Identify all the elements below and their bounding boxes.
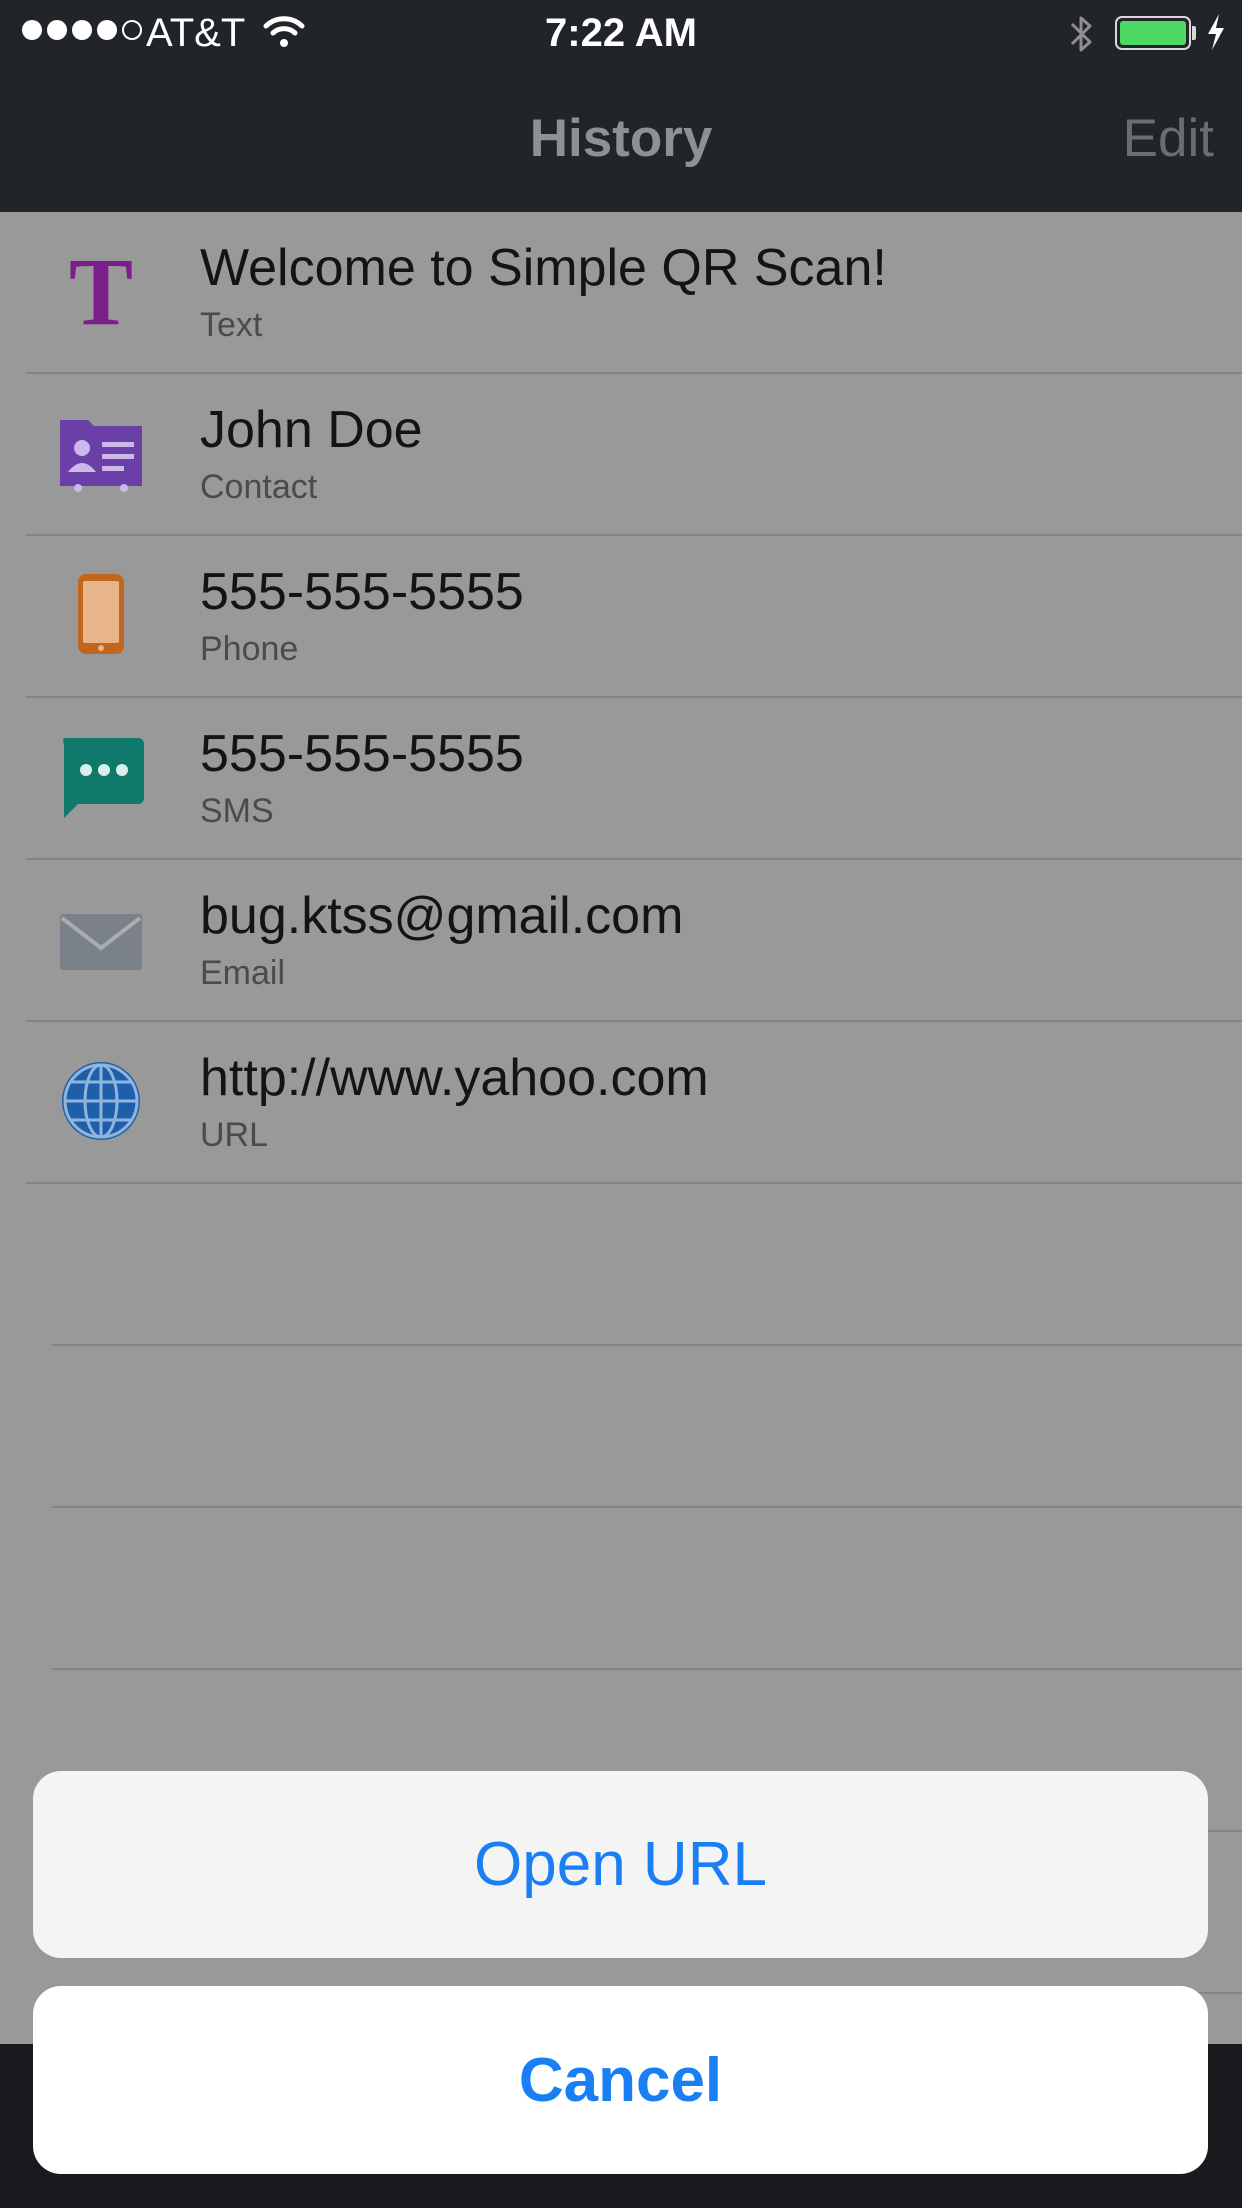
history-title: John Doe (200, 401, 423, 459)
open-url-button[interactable]: Open URL (33, 1771, 1208, 1958)
status-time: 7:22 AM (545, 11, 697, 55)
text-icon: T (56, 238, 146, 345)
envelope-icon (56, 894, 146, 984)
history-row-sms[interactable]: 555-555-5555 SMS (26, 698, 1242, 860)
history-title: Welcome to Simple QR Scan! (200, 239, 887, 297)
history-row-email[interactable]: bug.ktss@gmail.com Email (26, 860, 1242, 1022)
history-type: URL (200, 1116, 269, 1154)
history-type: Email (200, 954, 286, 992)
history-row-text[interactable]: T Welcome to Simple QR Scan! Text (26, 212, 1242, 374)
history-title: 555-555-5555 (200, 725, 524, 783)
cancel-button[interactable]: Cancel (33, 1986, 1208, 2174)
bluetooth-icon (1064, 12, 1098, 66)
status-bar: AT&T 7:22 AM (0, 0, 1242, 66)
history-type: Phone (200, 630, 299, 668)
battery-tip (1192, 26, 1196, 40)
sms-bubble-icon (56, 732, 146, 822)
history-type: SMS (200, 792, 274, 830)
history-title: 555-555-5555 (200, 563, 524, 621)
history-row-url[interactable]: http://www.yahoo.com URL (26, 1022, 1242, 1184)
contact-card-icon (56, 408, 146, 498)
history-title: http://www.yahoo.com (200, 1049, 709, 1107)
edit-button[interactable]: Edit (1123, 108, 1214, 169)
history-row-phone[interactable]: 555-555-5555 Phone (26, 536, 1242, 698)
history-list: T Welcome to Simple QR Scan! Text John D… (0, 212, 1242, 1994)
history-title: bug.ktss@gmail.com (200, 887, 684, 945)
history-row-contact[interactable]: John Doe Contact (26, 374, 1242, 536)
svg-text:T: T (69, 246, 133, 336)
history-type: Text (200, 306, 263, 344)
empty-row (52, 1184, 1242, 1346)
page-title: History (529, 109, 713, 168)
navigation-bar: History Edit (0, 66, 1242, 212)
cancel-label: Cancel (518, 2045, 723, 2115)
empty-row (52, 1346, 1242, 1508)
history-type: Contact (200, 468, 318, 506)
open-url-label: Open URL (474, 1830, 767, 1899)
charging-bolt-icon (1204, 12, 1228, 62)
globe-icon (56, 1056, 146, 1146)
empty-row (52, 1508, 1242, 1670)
battery-icon (1115, 16, 1191, 50)
phone-icon (56, 570, 146, 660)
